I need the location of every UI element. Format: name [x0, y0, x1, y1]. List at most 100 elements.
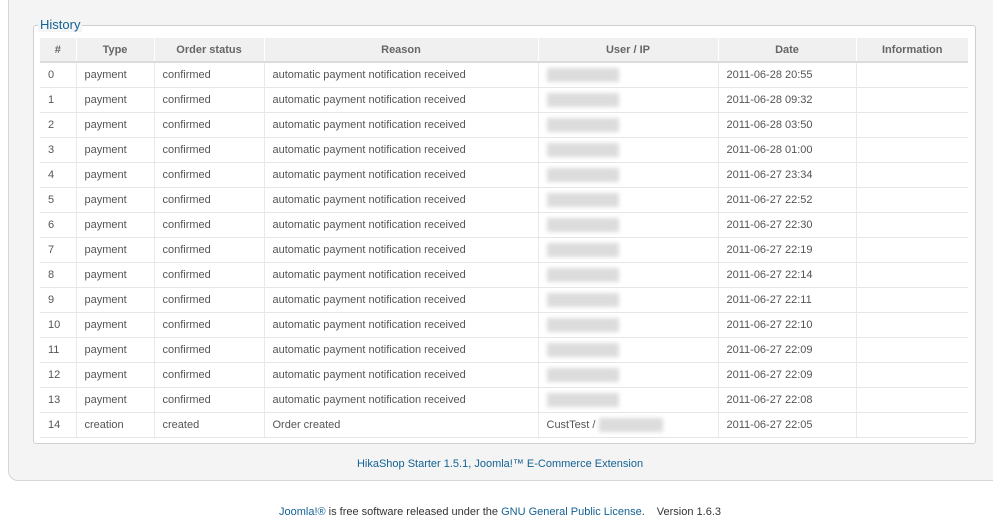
table-row: 0 payment confirmed automatic payment notif…	[40, 62, 968, 88]
row-reason: automatic payment notification received	[264, 312, 539, 338]
row-type: payment	[76, 262, 155, 288]
row-type: payment	[76, 187, 155, 213]
row-information	[856, 112, 968, 138]
row-number: 8	[40, 262, 77, 288]
row-information	[856, 412, 968, 438]
row-reason: automatic payment notification received	[264, 237, 539, 263]
row-type: payment	[76, 387, 155, 413]
gnu-license-link[interactable]: GNU General Public License	[501, 506, 642, 518]
row-order-status: confirmed	[154, 287, 265, 313]
column-header-user-ip[interactable]: User / IP	[538, 38, 719, 63]
row-reason: automatic payment notification received	[264, 337, 539, 363]
row-order-status: confirmed	[154, 87, 265, 113]
history-table: # Type Order status Reason User / IP Dat…	[40, 38, 968, 438]
row-type: payment	[76, 87, 155, 113]
redacted-ip	[546, 168, 619, 182]
row-user-ip	[538, 362, 719, 388]
row-number: 2	[40, 112, 77, 138]
row-information	[856, 162, 968, 188]
hikashop-link[interactable]: HikaShop Starter 1.5.1, Joomla!™ E-Comme…	[357, 458, 643, 470]
table-row: 4 payment confirmed automatic payment notif…	[40, 162, 968, 188]
row-type: payment	[76, 337, 155, 363]
row-date: 2011-06-27 22:09	[718, 362, 857, 388]
row-type: payment	[76, 62, 155, 88]
row-order-status: confirmed	[154, 112, 265, 138]
row-date: 2011-06-27 22:30	[718, 212, 857, 238]
row-type: creation	[76, 412, 155, 438]
row-number: 4	[40, 162, 77, 188]
row-user-ip	[538, 187, 719, 213]
row-type: payment	[76, 237, 155, 263]
column-header-reason[interactable]: Reason	[264, 38, 539, 63]
table-row: 8 payment confirmed automatic payment notif…	[40, 262, 968, 288]
column-header-number[interactable]: #	[40, 38, 77, 63]
row-information	[856, 337, 968, 363]
row-number: 5	[40, 187, 77, 213]
row-order-status: confirmed	[154, 187, 265, 213]
row-date: 2011-06-27 22:52	[718, 187, 857, 213]
row-number: 10	[40, 312, 77, 338]
redacted-ip	[546, 68, 619, 82]
row-number: 6	[40, 212, 77, 238]
history-legend: History	[38, 17, 83, 32]
row-user-ip	[538, 387, 719, 413]
row-number: 13	[40, 387, 77, 413]
column-header-date[interactable]: Date	[718, 38, 857, 63]
column-header-order-status[interactable]: Order status	[154, 38, 265, 63]
row-number: 11	[40, 337, 77, 363]
row-date: 2011-06-28 03:50	[718, 112, 857, 138]
row-reason: automatic payment notification received	[264, 262, 539, 288]
row-number: 14	[40, 412, 77, 438]
row-order-status: confirmed	[154, 137, 265, 163]
redacted-ip	[546, 143, 619, 157]
row-type: payment	[76, 362, 155, 388]
row-information	[856, 287, 968, 313]
row-information	[856, 87, 968, 113]
user-name: CustTest /	[546, 418, 596, 431]
row-user-ip	[538, 212, 719, 238]
table-row: 2 payment confirmed automatic payment notif…	[40, 112, 968, 138]
row-reason: automatic payment notification received	[264, 137, 539, 163]
column-header-type[interactable]: Type	[76, 38, 155, 63]
row-order-status: confirmed	[154, 312, 265, 338]
row-user-ip	[538, 62, 719, 88]
table-row: 12 payment confirmed automatic payment noti…	[40, 362, 968, 388]
row-reason: automatic payment notification received	[264, 387, 539, 413]
redacted-ip	[599, 418, 664, 432]
redacted-ip	[546, 343, 619, 357]
row-information	[856, 212, 968, 238]
redacted-ip	[546, 293, 619, 307]
column-header-information[interactable]: Information	[856, 38, 968, 63]
table-row: 11 payment confirmed automatic payment noti…	[40, 337, 968, 363]
row-type: payment	[76, 312, 155, 338]
row-user-ip	[538, 112, 719, 138]
row-information	[856, 387, 968, 413]
joomla-link[interactable]: Joomla!®	[279, 506, 326, 518]
redacted-ip	[546, 393, 619, 407]
row-reason: automatic payment notification received	[264, 287, 539, 313]
row-number: 9	[40, 287, 77, 313]
redacted-ip	[546, 318, 619, 332]
row-date: 2011-06-28 09:32	[718, 87, 857, 113]
row-type: payment	[76, 112, 155, 138]
row-information	[856, 362, 968, 388]
row-order-status: confirmed	[154, 337, 265, 363]
row-user-ip	[538, 287, 719, 313]
row-user-ip: CustTest /	[538, 412, 719, 438]
row-reason: automatic payment notification received	[264, 187, 539, 213]
row-number: 12	[40, 362, 77, 388]
row-date: 2011-06-28 20:55	[718, 62, 857, 88]
redacted-ip	[546, 93, 619, 107]
license-period: .	[641, 506, 645, 518]
row-order-status: confirmed	[154, 62, 265, 88]
row-date: 2011-06-27 22:19	[718, 237, 857, 263]
redacted-ip	[546, 218, 619, 232]
row-number: 7	[40, 237, 77, 263]
row-information	[856, 237, 968, 263]
row-reason: automatic payment notification received	[264, 362, 539, 388]
row-date: 2011-06-28 01:00	[718, 137, 857, 163]
row-number: 3	[40, 137, 77, 163]
redacted-ip	[546, 118, 619, 132]
row-type: payment	[76, 287, 155, 313]
joomla-version: Version 1.6.3	[656, 506, 721, 518]
